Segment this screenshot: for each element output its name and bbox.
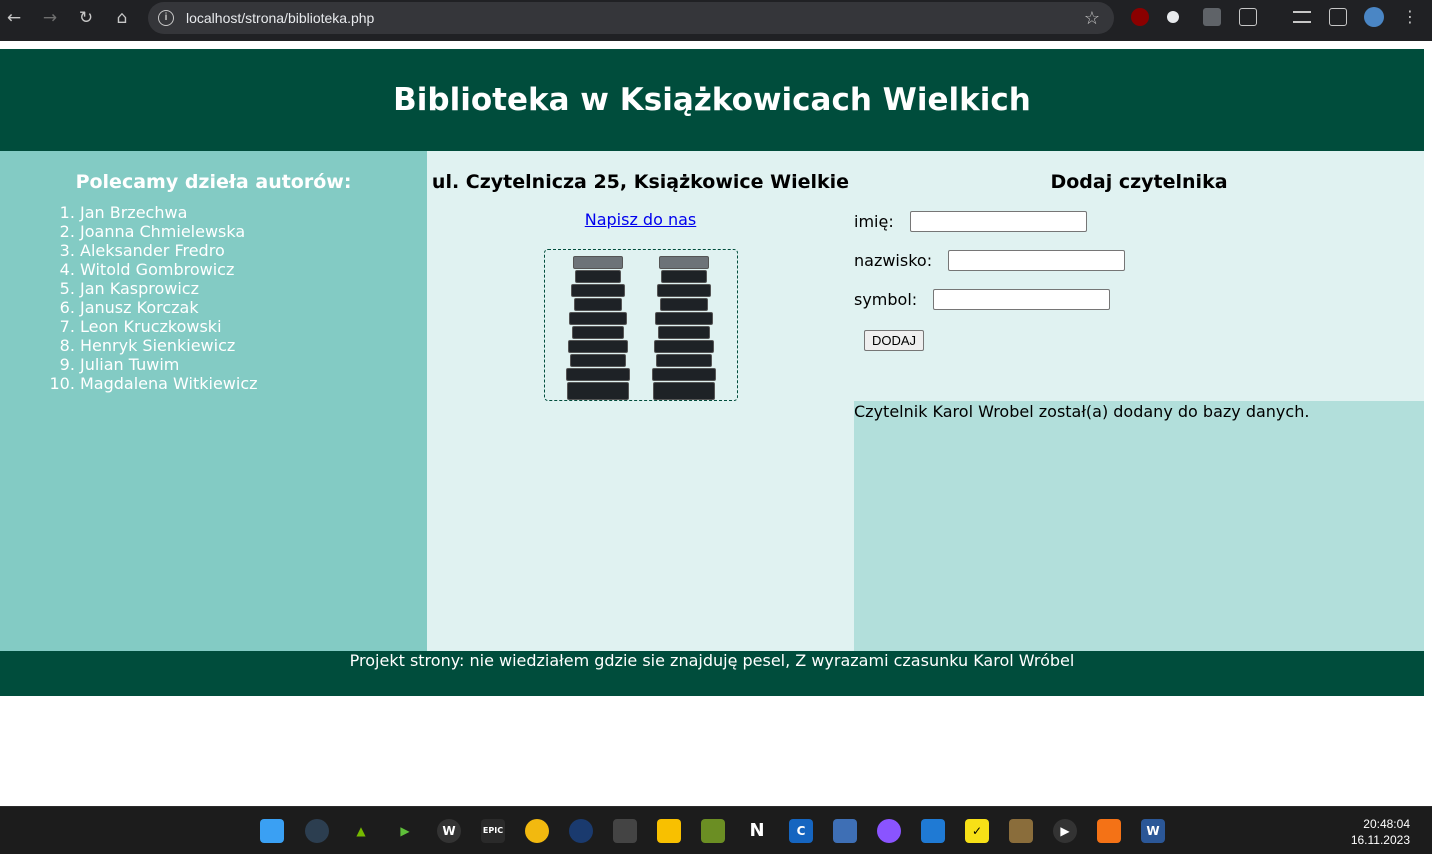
app-icon[interactable] (1009, 819, 1033, 843)
ublock-extension-icon[interactable] (1131, 8, 1149, 26)
epic-games-icon[interactable]: EPIC (481, 819, 505, 843)
nazwisko-input[interactable] (948, 250, 1126, 271)
list-item: Janusz Korczak (80, 298, 427, 317)
app-icon[interactable]: ✓ (965, 819, 989, 843)
imie-row: imię: (854, 211, 1424, 232)
app-icon[interactable]: C (789, 819, 813, 843)
messenger-icon[interactable] (877, 819, 901, 843)
reader-form-panel: Dodaj czytelnika imię: nazwisko: symbol:… (854, 151, 1424, 651)
camera-app-icon[interactable] (305, 819, 329, 843)
media-player-icon[interactable]: ▶ (1053, 819, 1077, 843)
result-panel: Czytelnik Karol Wrobel został(a) dodany … (854, 401, 1424, 651)
books-image (543, 249, 738, 401)
address-panel: ul. Czytelnicza 25, Książkowice Wielkie … (427, 151, 854, 651)
system-clock[interactable]: 20:48:04 16.11.2023 (1351, 816, 1410, 848)
book-stack-right (649, 255, 719, 400)
media-app-icon[interactable]: ▶ (393, 819, 417, 843)
imie-input[interactable] (909, 211, 1087, 232)
browser-toolbar: ← → ↻ ⌂ i localhost/strona/biblioteka.ph… (0, 0, 1432, 41)
list-item: Magdalena Witkiewicz (80, 374, 427, 393)
start-icon[interactable] (260, 819, 284, 843)
footer-text: Projekt strony: nie wiedziałem gdzie sie… (349, 651, 1075, 670)
clock-time: 20:48:04 (1363, 817, 1410, 831)
word-icon[interactable]: W (1141, 819, 1165, 843)
add-reader-button[interactable]: DODAJ (864, 330, 925, 351)
bookmark-star-icon[interactable]: ☆ (1084, 2, 1100, 34)
side-panel-icon[interactable] (1329, 8, 1347, 26)
add-reader-form: Dodaj czytelnika imię: nazwisko: symbol:… (854, 151, 1424, 401)
nazwisko-row: nazwisko: (854, 250, 1424, 271)
imie-label: imię: (854, 212, 894, 231)
address-bar[interactable]: i localhost/strona/biblioteka.php ☆ (148, 2, 1114, 34)
reload-icon[interactable]: ↻ (72, 4, 100, 32)
app-icon[interactable] (833, 819, 857, 843)
minecraft-icon[interactable] (701, 819, 725, 843)
list-item: Joanna Chmielewska (80, 222, 427, 241)
page-title: Biblioteka w Książkowicach Wielkich (393, 82, 1031, 118)
list-item: Jan Kasprowicz (80, 279, 427, 298)
home-icon[interactable]: ⌂ (108, 4, 136, 32)
clock-date: 16.11.2023 (1350, 833, 1410, 847)
reading-list-icon[interactable] (1293, 11, 1311, 23)
list-item: Aleksander Fredro (80, 241, 427, 260)
help-extension-icon[interactable] (1203, 8, 1221, 26)
app-icon[interactable] (613, 819, 637, 843)
page-footer: Projekt strony: nie wiedziałem gdzie sie… (0, 651, 1424, 696)
result-message: Czytelnik Karol Wrobel został(a) dodany … (854, 402, 1310, 421)
list-item: Julian Tuwim (80, 355, 427, 374)
address-heading: ul. Czytelnicza 25, Książkowice Wielkie (431, 171, 850, 193)
content-columns: Polecamy dzieła autorów: Jan Brzechwa Jo… (0, 151, 1424, 651)
app-icon[interactable]: N (745, 819, 769, 843)
extensions-puzzle-icon[interactable] (1239, 8, 1257, 26)
web-page: Biblioteka w Książkowicach Wielkich Pole… (0, 49, 1424, 696)
app-icon[interactable] (569, 819, 593, 843)
symbol-row: symbol: (854, 289, 1424, 310)
authors-panel: Polecamy dzieła autorów: Jan Brzechwa Jo… (0, 151, 427, 651)
authors-heading: Polecamy dzieła autorów: (75, 171, 352, 193)
file-explorer-icon[interactable] (657, 819, 681, 843)
menu-kebab-icon[interactable]: ⋮ (1402, 8, 1418, 26)
xampp-icon[interactable] (1097, 819, 1121, 843)
forward-icon[interactable]: → (36, 4, 64, 32)
profile-avatar-icon[interactable] (1364, 7, 1384, 27)
url-text: localhost/strona/biblioteka.php (186, 10, 375, 26)
back-icon[interactable]: ← (0, 4, 28, 32)
form-heading: Dodaj czytelnika (1050, 171, 1228, 193)
list-item: Jan Brzechwa (80, 203, 427, 222)
list-item: Henryk Sienkiewicz (80, 336, 427, 355)
authors-list: Jan Brzechwa Joanna Chmielewska Aleksand… (0, 203, 427, 393)
list-item: Leon Kruczkowski (80, 317, 427, 336)
extension-icon[interactable] (1167, 11, 1179, 23)
contact-link[interactable]: Napisz do nas (585, 210, 697, 229)
taskbar: ▲ ▶ W EPIC N C ✓ ▶ W 20:48:04 16.11.2023 (0, 806, 1432, 854)
nazwisko-label: nazwisko: (854, 251, 933, 270)
chrome-icon[interactable] (525, 819, 549, 843)
browser-w-icon[interactable]: W (437, 819, 461, 843)
list-item: Witold Gombrowicz (80, 260, 427, 279)
site-info-icon[interactable]: i (158, 10, 174, 26)
vscode-icon[interactable] (921, 819, 945, 843)
page-banner: Biblioteka w Książkowicach Wielkich (0, 49, 1424, 151)
symbol-input[interactable] (933, 289, 1111, 310)
book-stack-left (563, 255, 633, 400)
symbol-label: symbol: (854, 290, 918, 309)
nvidia-icon[interactable]: ▲ (349, 819, 373, 843)
